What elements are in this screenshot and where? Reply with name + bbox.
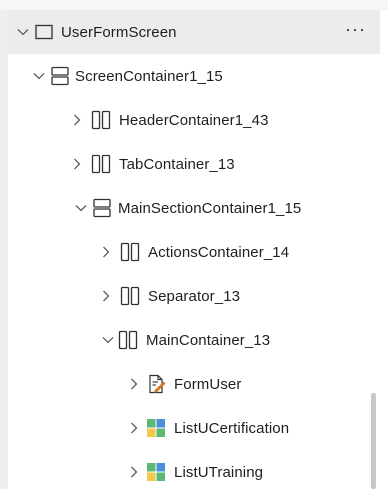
gallery-icon: [147, 463, 165, 481]
chevron-down-icon[interactable]: [101, 333, 115, 347]
tree-item-listutraining[interactable]: ListUTraining: [8, 450, 380, 494]
vertical-container-icon: [51, 66, 69, 86]
tree-item-label: ListUTraining: [174, 463, 264, 481]
chevron-right-icon[interactable]: [99, 245, 113, 259]
chevron-right-icon[interactable]: [127, 377, 141, 391]
panel-left-edge: [0, 0, 8, 489]
horizontal-container-icon: [120, 286, 140, 306]
chevron-right-icon[interactable]: [127, 421, 141, 435]
tree-item-actionscontainer[interactable]: ActionsContainer_14: [8, 230, 380, 274]
chevron-down-icon[interactable]: [74, 201, 88, 215]
gallery-icon: [147, 419, 165, 437]
tree-view: UserFormScreen ··· ScreenContainer1_15 H: [8, 10, 388, 489]
horizontal-container-icon: [91, 154, 111, 174]
tree-item-label: MainContainer_13: [146, 331, 271, 349]
more-options-button[interactable]: ···: [345, 19, 366, 39]
chevron-down-icon[interactable]: [16, 25, 30, 39]
horizontal-container-icon: [118, 330, 138, 350]
tree-item-formuser[interactable]: FormUser: [8, 362, 380, 406]
tree-item-label: TabContainer_13: [119, 155, 235, 173]
scrollbar-thumb[interactable]: [371, 393, 376, 489]
panel-top-edge: [0, 0, 388, 10]
tree-item-separator[interactable]: Separator_13: [8, 274, 380, 318]
tree-item-maincontainer[interactable]: MainContainer_13: [8, 318, 380, 362]
tree-item-listucertification[interactable]: ListUCertification: [8, 406, 380, 450]
form-icon: [149, 374, 166, 394]
tree-item-label: ScreenContainer1_15: [75, 67, 223, 85]
tree-item-label: FormUser: [174, 375, 242, 393]
screen-icon: [35, 24, 53, 40]
chevron-right-icon[interactable]: [127, 465, 141, 479]
tree-item-label: MainSectionContainer1_15: [118, 199, 302, 217]
tree-item-label: ListUCertification: [174, 419, 290, 437]
tree-item-headercontainer[interactable]: HeaderContainer1_43: [8, 98, 380, 142]
chevron-right-icon[interactable]: [70, 157, 84, 171]
chevron-right-icon[interactable]: [99, 289, 113, 303]
vertical-container-icon: [93, 198, 111, 218]
chevron-right-icon[interactable]: [70, 113, 84, 127]
chevron-down-icon[interactable]: [32, 69, 46, 83]
tree-item-screencontainer[interactable]: ScreenContainer1_15: [8, 54, 380, 98]
tree-item-userformscreen[interactable]: UserFormScreen ···: [8, 10, 380, 54]
horizontal-container-icon: [120, 242, 140, 262]
tree-item-label: HeaderContainer1_43: [119, 111, 269, 129]
horizontal-container-icon: [91, 110, 111, 130]
tree-item-label: Separator_13: [148, 287, 241, 305]
tree-item-label: ActionsContainer_14: [148, 243, 290, 261]
tree-item-label: UserFormScreen: [61, 23, 177, 41]
tree-item-tabcontainer[interactable]: TabContainer_13: [8, 142, 380, 186]
tree-view-panel: UserFormScreen ··· ScreenContainer1_15 H: [0, 0, 388, 489]
tree-item-mainsectioncontainer[interactable]: MainSectionContainer1_15: [8, 186, 380, 230]
